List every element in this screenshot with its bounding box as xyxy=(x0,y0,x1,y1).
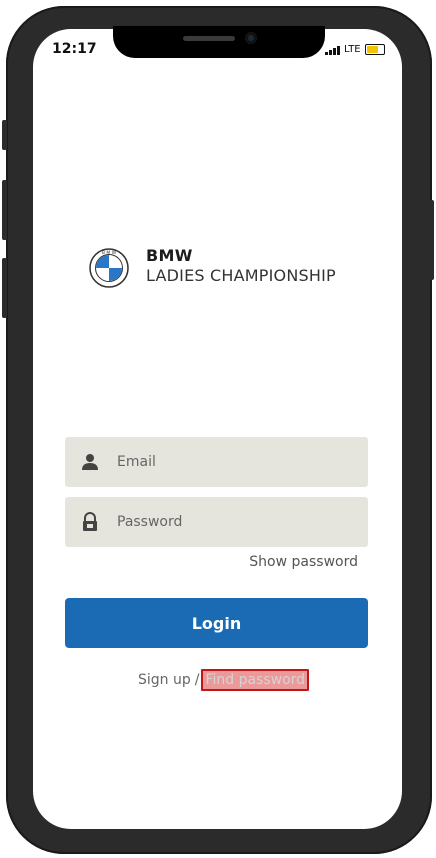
svg-text:B M W: B M W xyxy=(102,250,117,256)
signal-icon xyxy=(325,45,340,55)
password-input[interactable] xyxy=(115,513,359,531)
brand-title: BMW LADIES CHAMPIONSHIP xyxy=(146,248,336,284)
auth-links: Sign up / Find password xyxy=(138,669,310,691)
signup-link[interactable]: Sign up xyxy=(138,672,191,688)
side-button xyxy=(2,180,7,240)
brand-line1: BMW xyxy=(146,246,193,265)
lock-icon xyxy=(83,512,97,531)
phone-screen xyxy=(33,29,402,829)
show-password-link[interactable]: Show password xyxy=(249,554,358,570)
user-icon xyxy=(82,454,98,470)
notch xyxy=(113,26,325,58)
status-indicators: LTE xyxy=(325,44,385,55)
status-time: 12:17 xyxy=(52,41,97,57)
camera xyxy=(245,32,257,44)
email-input[interactable] xyxy=(115,453,359,471)
password-field[interactable] xyxy=(65,497,368,547)
side-button xyxy=(2,258,7,318)
network-label: LTE xyxy=(344,44,361,55)
bmw-logo: B M W xyxy=(89,248,129,292)
side-button xyxy=(429,200,434,280)
brand-line2: LADIES CHAMPIONSHIP xyxy=(146,266,336,285)
speaker xyxy=(183,36,235,41)
link-separator: / xyxy=(194,672,200,688)
email-field[interactable] xyxy=(65,437,368,487)
side-button xyxy=(2,120,7,150)
login-button[interactable]: Login xyxy=(65,598,368,648)
battery-icon xyxy=(364,44,385,55)
find-password-link[interactable]: Find password xyxy=(201,669,310,691)
